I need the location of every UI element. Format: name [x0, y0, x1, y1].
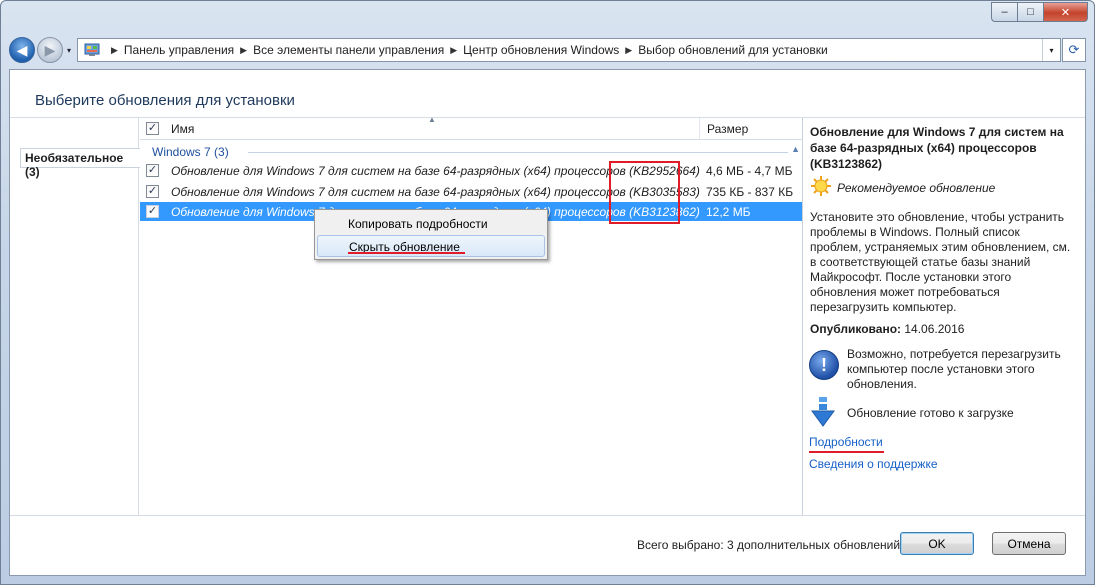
- context-menu: Копировать подробности Скрыть обновление: [314, 209, 548, 260]
- update-checkbox[interactable]: ✓: [146, 164, 159, 177]
- address-dropdown[interactable]: ▾: [1042, 39, 1060, 61]
- breadcrumb-all-items[interactable]: Все элементы панели управления: [253, 43, 444, 57]
- forward-button[interactable]: ▶: [37, 37, 63, 63]
- download-status: Обновление готово к загрузке: [847, 406, 1014, 420]
- control-panel-icon: [83, 42, 101, 58]
- content-area: Выберите обновления для установки Необяз…: [9, 69, 1086, 576]
- breadcrumb-separator[interactable]: ▶: [625, 45, 632, 56]
- update-size: 12,2 МБ: [706, 205, 751, 219]
- details-link-underline: [809, 451, 884, 453]
- update-row[interactable]: ✓ Обновление для Windows 7 для систем на…: [140, 182, 802, 201]
- breadcrumb-separator[interactable]: ▶: [240, 45, 247, 56]
- refresh-button[interactable]: ⟳: [1062, 38, 1086, 62]
- update-checkbox[interactable]: ✓: [146, 205, 159, 218]
- select-all-checkbox[interactable]: ✓: [146, 122, 159, 135]
- category-pane: Необязательное (3): [10, 118, 140, 515]
- breadcrumb-windows-update[interactable]: Центр обновления Windows: [463, 43, 619, 57]
- history-dropdown[interactable]: ▾: [63, 46, 75, 55]
- window-frame: – □ ✕ ◀ ▶ ▾ ▶ Панель управления ▶ Все эл…: [0, 0, 1095, 585]
- back-button[interactable]: ◀: [9, 37, 35, 63]
- page-title: Выберите обновления для установки: [35, 92, 295, 109]
- column-header-name[interactable]: ✓ Имя ▲: [140, 115, 700, 140]
- update-size: 735 КБ - 837 КБ: [706, 185, 794, 199]
- group-divider: [248, 152, 788, 153]
- column-size-label: Размер: [707, 122, 749, 136]
- caption-buttons: – □ ✕: [991, 2, 1088, 22]
- sort-ascending-icon: ▲: [428, 115, 436, 124]
- navigation-bar: ◀ ▶ ▾ ▶ Панель управления ▶ Все элементы…: [9, 36, 1086, 64]
- published-info: Опубликовано: 14.06.2016: [810, 322, 964, 336]
- recommended-label: Рекомендуемое обновление: [837, 181, 996, 195]
- breadcrumb-control-panel[interactable]: Панель управления: [124, 43, 234, 57]
- column-name-label: Имя: [171, 122, 195, 136]
- close-button[interactable]: ✕: [1043, 2, 1088, 22]
- maximize-button[interactable]: □: [1017, 2, 1043, 22]
- minimize-button[interactable]: –: [991, 2, 1017, 22]
- support-info-link[interactable]: Сведения о поддержке: [809, 457, 938, 471]
- info-icon: !: [809, 350, 839, 380]
- update-row[interactable]: ✓ Обновление для Windows 7 для систем на…: [140, 161, 802, 180]
- cancel-button[interactable]: Отмена: [992, 532, 1066, 555]
- menu-copy-details[interactable]: Копировать подробности: [317, 213, 545, 235]
- kb-number-highlight: [609, 161, 680, 224]
- group-header[interactable]: Windows 7 (3): [152, 145, 229, 159]
- selection-summary: Всего выбрано: 3 дополнительных обновлен…: [637, 538, 901, 552]
- group-collapse-icon[interactable]: ▲: [791, 144, 800, 154]
- hide-update-underline: [348, 252, 465, 254]
- breadcrumb-separator: ▶: [111, 44, 118, 55]
- ok-button[interactable]: OK: [900, 532, 974, 555]
- update-size: 4,6 МБ - 4,7 МБ: [706, 164, 793, 178]
- published-date: 14.06.2016: [904, 322, 965, 336]
- details-link[interactable]: Подробности: [809, 435, 883, 449]
- breadcrumb-select-updates[interactable]: Выбор обновлений для установки: [638, 43, 828, 57]
- list-header: ✓ Имя ▲ Размер: [140, 115, 802, 140]
- breadcrumb-separator[interactable]: ▶: [450, 45, 457, 56]
- details-title: Обновление для Windows 7 для систем на б…: [810, 125, 1064, 171]
- address-bar[interactable]: ▶ Панель управления ▶ Все элементы панел…: [77, 38, 1061, 62]
- bottom-bar: Всего выбрано: 3 дополнительных обновлен…: [10, 515, 1085, 575]
- recommended-star-icon: [811, 176, 831, 196]
- details-description: Установите это обновление, чтобы устрани…: [810, 210, 1071, 314]
- restart-note: Возможно, потребуется перезагрузить комп…: [847, 347, 1061, 391]
- details-pane: Обновление для Windows 7 для систем на б…: [802, 118, 1085, 515]
- update-checkbox[interactable]: ✓: [146, 185, 159, 198]
- updates-list: ✓ Имя ▲ Размер Windows 7 (3) ▲ ✓ Обновле…: [140, 115, 802, 515]
- category-optional-tab[interactable]: Необязательное (3): [20, 148, 140, 179]
- column-header-size[interactable]: Размер: [701, 118, 802, 140]
- published-label: Опубликовано:: [810, 322, 902, 336]
- download-arrow-icon: [811, 397, 835, 427]
